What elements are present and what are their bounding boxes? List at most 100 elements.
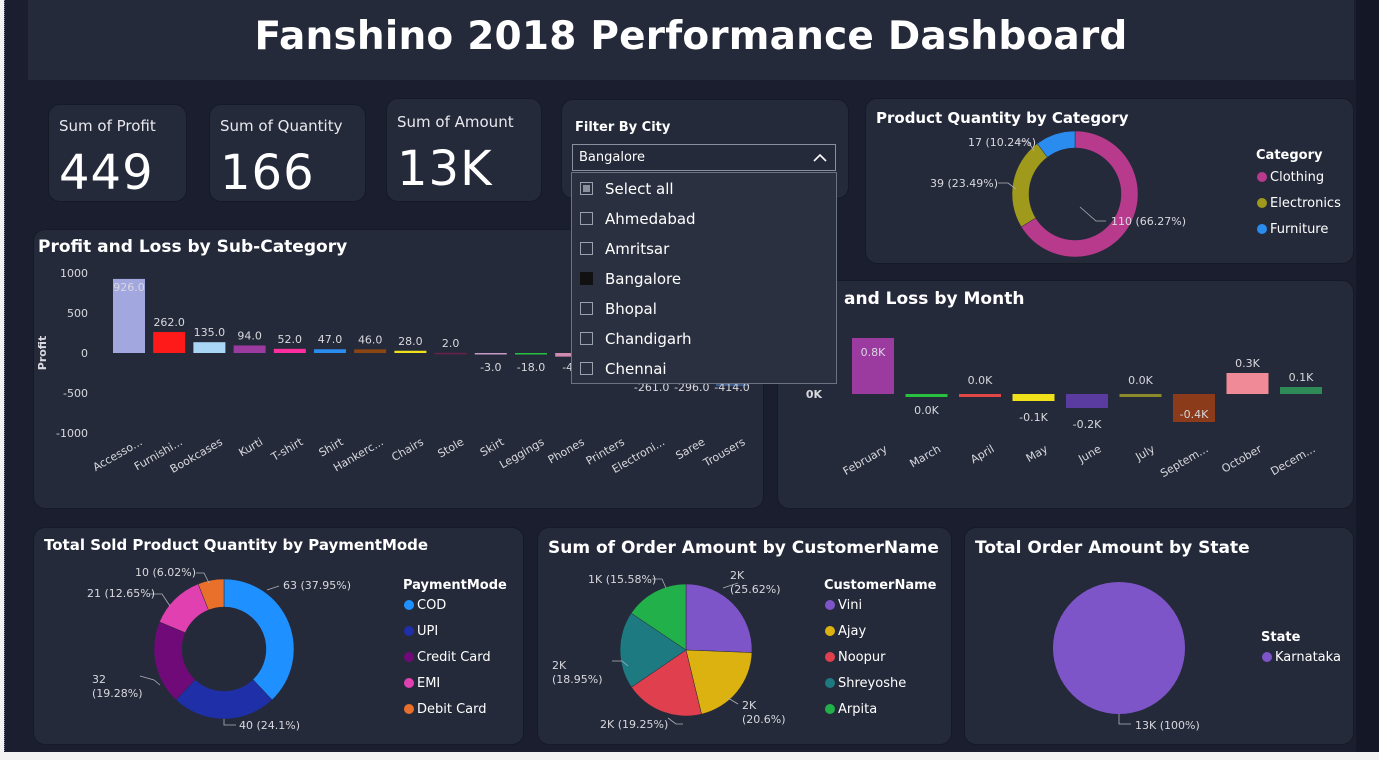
city-option-bangalore[interactable]: Bangalore	[580, 264, 681, 294]
bar-data-label: -0.2K	[1073, 418, 1102, 431]
checkbox-icon[interactable]	[580, 302, 593, 315]
label-leader-line	[139, 675, 161, 686]
checkbox-icon[interactable]	[580, 332, 593, 345]
kpi-card-quantity[interactable]: Sum of Quantity 166	[209, 104, 366, 202]
data-label: 39 (23.49%)	[930, 177, 998, 190]
x-tick-label: May	[1024, 442, 1051, 465]
bar-furnishi	[153, 332, 186, 353]
kpi-quantity-value: 166	[220, 145, 315, 201]
bar-data-label: 926.0	[113, 281, 145, 294]
bar-data-label: 47.0	[318, 333, 343, 346]
city-dropdown-list: Select all Ahmedabad Amritsar Bangalore …	[571, 172, 837, 384]
category-donut-chart: 110 (66.27%) 39 (23.49%) 17 (10.24%) Catego…	[930, 130, 1341, 258]
y-axis-title: Profit	[36, 336, 49, 370]
bar-decem	[1280, 387, 1322, 394]
x-tick-label: Septem...	[1158, 442, 1210, 480]
data-label: 40 (24.1%)	[239, 719, 300, 732]
x-tick-label: Phones	[546, 435, 587, 466]
bar-data-label: 28.0	[398, 335, 423, 348]
data-label: (19.28%)	[92, 687, 143, 700]
kpi-amount-value: 13K	[397, 141, 493, 197]
city-option-chennai[interactable]: Chennai	[580, 354, 667, 384]
x-tick-label: Trousers	[700, 435, 747, 470]
data-label: 10 (6.02%)	[135, 566, 196, 579]
legend-marker-noopur	[825, 652, 835, 662]
bar-data-label: -18.0	[517, 361, 545, 374]
state-chart-card: Total Order Amount by State 13K (100%) St…	[964, 527, 1354, 745]
checkbox-partial-icon[interactable]	[580, 182, 593, 195]
label-leader-line	[1118, 714, 1131, 725]
legend-item-noopur: Noopur	[838, 650, 886, 665]
bar-data-label: 0.0K	[1128, 374, 1153, 387]
bar-data-label: 2.0	[442, 337, 460, 350]
checkbox-icon[interactable]	[580, 242, 593, 255]
bar-bookcases	[193, 342, 226, 353]
label-leader-line	[727, 697, 739, 705]
bar-data-label: 0.8K	[861, 346, 886, 359]
legend-marker-credit-card	[404, 652, 414, 662]
bar-march	[905, 394, 948, 397]
label-leader-line	[667, 717, 683, 725]
label-leader-line	[266, 585, 280, 591]
legend-marker-ajay	[825, 626, 835, 636]
x-tick-label: Shirt	[317, 435, 346, 460]
legend-item-credit-card: Credit Card	[417, 650, 491, 665]
bar-july	[1119, 394, 1162, 397]
chevron-up-icon[interactable]	[813, 153, 827, 163]
kpi-card-profit[interactable]: Sum of Profit 449	[48, 104, 187, 202]
checkbox-icon[interactable]	[580, 362, 593, 375]
bar-data-label: 135.0	[194, 326, 226, 339]
y-tick-label: 0K	[806, 388, 823, 401]
checkbox-icon[interactable]	[580, 212, 593, 225]
city-option-bhopal[interactable]: Bhopal	[580, 294, 657, 324]
bottom-strip	[0, 752, 1379, 760]
y-tick-label: -1000	[56, 427, 88, 440]
bar-leggings	[515, 353, 547, 355]
data-label: 17 (10.24%)	[968, 136, 1036, 149]
customer-chart-card: Sum of Order Amount by CustomerName 2K (2…	[537, 527, 952, 745]
checkbox-checked-icon[interactable]	[580, 272, 593, 285]
legend-title: State	[1261, 630, 1301, 645]
city-dropdown-value: Bangalore	[579, 150, 645, 165]
bar-data-label: -0.1K	[1019, 411, 1048, 424]
title-bar: Fanshino 2018 Performance Dashboard	[28, 0, 1354, 80]
legend-title: CustomerName	[824, 578, 937, 593]
legend-item-furniture: Furniture	[1270, 222, 1328, 237]
legend-marker-cod	[404, 600, 414, 610]
slice-upi	[175, 679, 273, 720]
kpi-card-amount[interactable]: Sum of Amount 13K	[386, 98, 542, 202]
dashboard-title: Fanshino 2018 Performance Dashboard	[254, 14, 1128, 59]
right-scrollbar-strip	[1356, 0, 1379, 752]
kpi-amount-label: Sum of Amount	[397, 113, 514, 131]
legend-item-debit-card: Debit Card	[417, 702, 487, 717]
city-option-amritsar[interactable]: Amritsar	[580, 234, 669, 264]
data-label: 2K	[552, 659, 567, 672]
city-option-chandigarh[interactable]: Chandigarh	[580, 324, 692, 354]
bar-stole	[434, 352, 467, 355]
city-dropdown[interactable]: Bangalore	[572, 144, 836, 171]
x-tick-label: April	[968, 442, 996, 466]
kpi-profit-label: Sum of Profit	[59, 117, 156, 135]
legend-item-clothing: Clothing	[1270, 170, 1324, 185]
x-tick-label: March	[907, 442, 943, 470]
legend-marker-furniture	[1257, 224, 1267, 234]
legend-item-arpita: Arpita	[838, 702, 877, 717]
month-chart-card: and Loss by Month 0K 0.8K February 0.0K Marc…	[777, 280, 1354, 509]
x-tick-label: October	[1219, 442, 1264, 476]
legend-marker-shreyoshe	[825, 678, 835, 688]
legend-marker-debit-card	[404, 704, 414, 714]
bar-data-label: 0.0K	[914, 404, 939, 417]
legend-title: Category	[1256, 148, 1323, 163]
y-tick-label: 1000	[60, 267, 88, 280]
bar-skirt	[474, 353, 507, 355]
x-tick-label: Leggings	[497, 435, 547, 471]
kpi-profit-value: 449	[59, 145, 154, 201]
legend-title: PaymentMode	[403, 578, 507, 593]
x-tick-label: Kurti	[236, 435, 265, 459]
city-option-select-all[interactable]: Select all	[580, 174, 674, 204]
city-option-ahmedabad[interactable]: Ahmedabad	[580, 204, 696, 234]
legend-item-emi: EMI	[417, 676, 440, 691]
bar-june	[1066, 394, 1108, 408]
legend-item-ajay: Ajay	[838, 624, 866, 639]
bar-t-shirt	[273, 348, 306, 353]
